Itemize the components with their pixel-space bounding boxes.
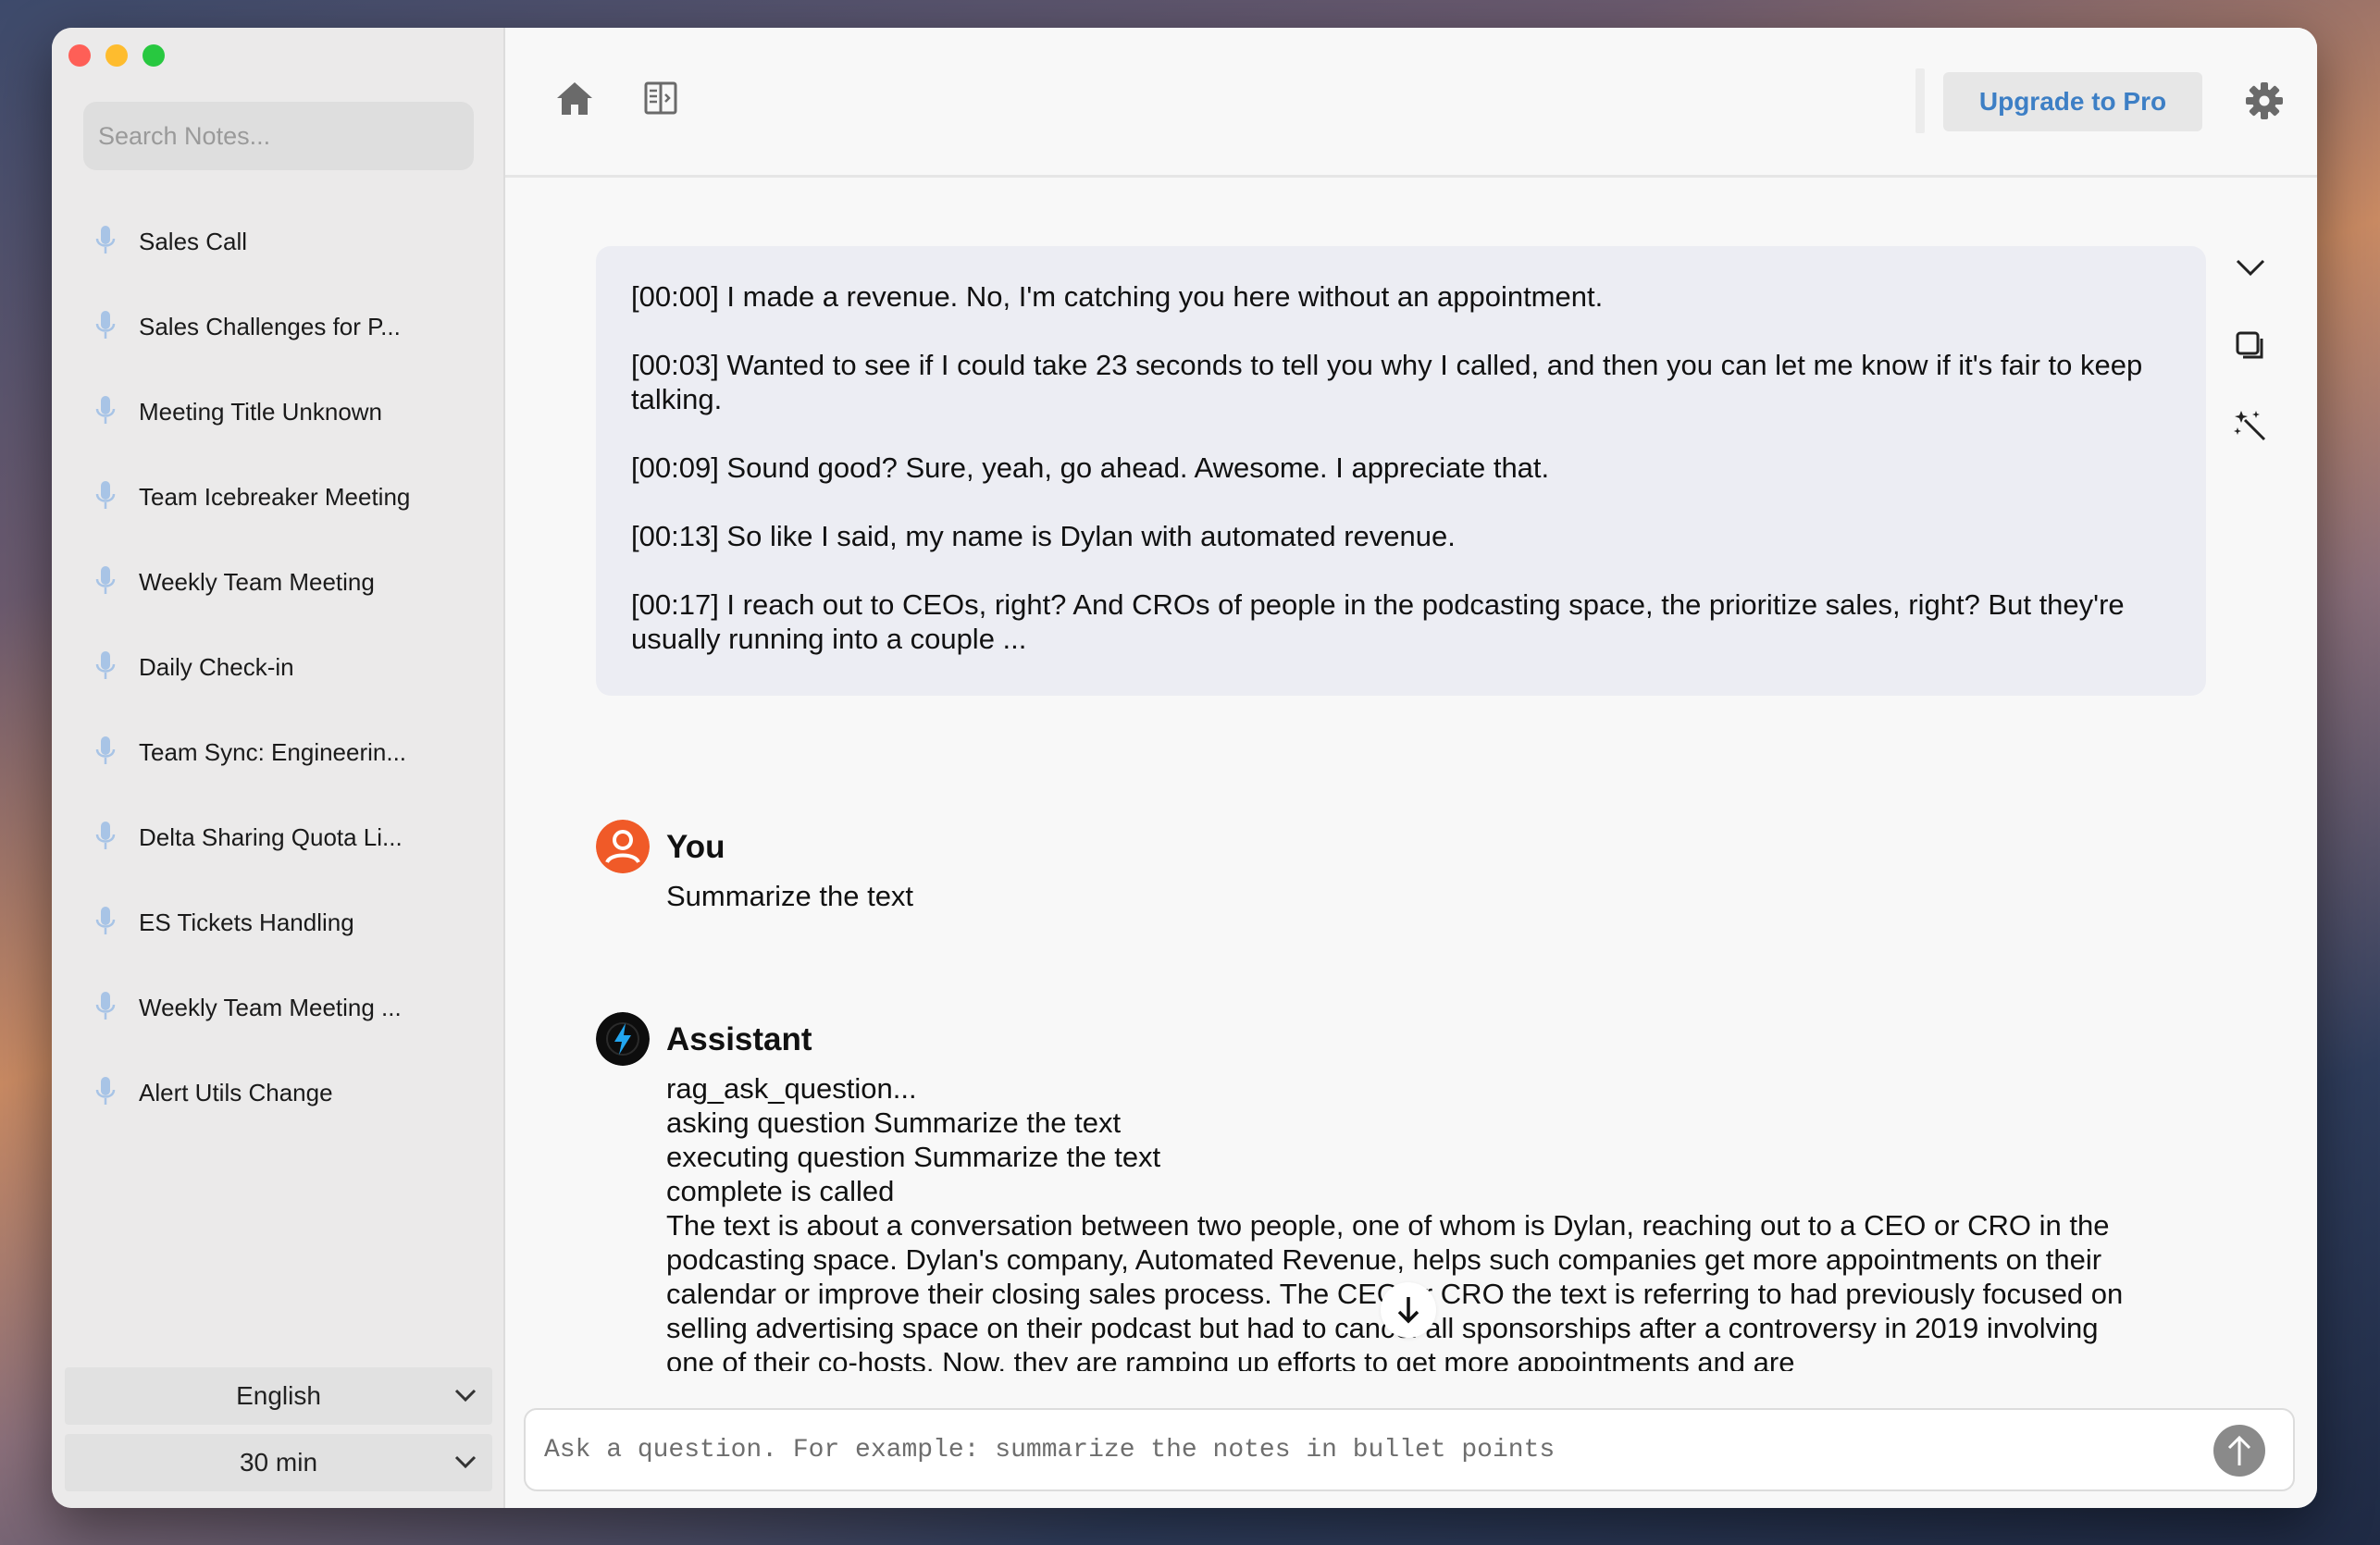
note-label: Daily Check-in bbox=[139, 653, 294, 681]
transcript-line: [00:13] So like I said, my name is Dylan… bbox=[631, 520, 1456, 552]
zoom-window-button[interactable] bbox=[143, 44, 165, 67]
transcript-line: [00:03] Wanted to see if I could take 23… bbox=[631, 349, 2143, 415]
note-label: Team Sync: Engineerin... bbox=[139, 738, 407, 766]
message-line: asking question Summarize the text bbox=[666, 1106, 1122, 1139]
magic-wand-icon[interactable] bbox=[2234, 409, 2267, 442]
transcript-line: [00:00] I made a revenue. No, I'm catchi… bbox=[631, 280, 1604, 313]
minimize-window-button[interactable] bbox=[105, 44, 128, 67]
sidebar: Sales Call Sales Challenges for P... Meeti… bbox=[52, 28, 505, 1508]
mic-icon bbox=[95, 396, 116, 424]
note-label: Delta Sharing Quota Li... bbox=[139, 823, 403, 851]
message-line: executing question Summarize the text bbox=[666, 1141, 1161, 1173]
note-item[interactable]: Weekly Team Meeting ... bbox=[52, 992, 503, 1079]
toolbar: Upgrade to Pro bbox=[505, 28, 2317, 178]
main-panel: Upgrade to Pro [00:00] I made a revenue.… bbox=[505, 28, 2317, 1508]
note-label: Sales Call bbox=[139, 228, 248, 255]
duration-select-value: 30 min bbox=[239, 1448, 318, 1477]
mic-icon bbox=[95, 822, 116, 849]
note-item[interactable]: Meeting Title Unknown bbox=[52, 396, 503, 483]
language-select[interactable]: English bbox=[65, 1367, 492, 1425]
transcript-line: [00:09] Sound good? Sure, yeah, go ahead… bbox=[631, 451, 1550, 484]
note-label: Sales Challenges for P... bbox=[139, 313, 401, 340]
note-item[interactable]: Weekly Team Meeting bbox=[52, 566, 503, 653]
app-window: Sales Call Sales Challenges for P... Meeti… bbox=[52, 28, 2317, 1508]
note-item[interactable]: Daily Check-in bbox=[52, 651, 503, 738]
transcript-line: [00:17] I reach out to CEOs, right? And … bbox=[631, 588, 2125, 655]
chevron-down-icon bbox=[454, 1455, 477, 1469]
message-author: You bbox=[666, 829, 725, 865]
panel-toggle-icon[interactable] bbox=[644, 81, 677, 115]
note-label: Team Icebreaker Meeting bbox=[139, 483, 411, 511]
transcript-panel: [00:00] I made a revenue. No, I'm catchi… bbox=[596, 246, 2206, 696]
note-label: Meeting Title Unknown bbox=[139, 398, 383, 426]
note-item[interactable]: Alert Utils Change bbox=[52, 1077, 503, 1164]
note-label: ES Tickets Handling bbox=[139, 908, 354, 936]
gear-icon[interactable] bbox=[2245, 81, 2284, 120]
mic-icon bbox=[95, 226, 116, 253]
notes-list: Sales Call Sales Challenges for P... Meeti… bbox=[52, 226, 503, 1164]
arrow-down-icon bbox=[1397, 1297, 1419, 1324]
note-label: Weekly Team Meeting bbox=[139, 568, 375, 596]
mic-icon bbox=[95, 566, 116, 594]
note-item[interactable]: ES Tickets Handling bbox=[52, 907, 503, 994]
note-item[interactable]: Team Icebreaker Meeting bbox=[52, 481, 503, 568]
note-label: Weekly Team Meeting ... bbox=[139, 994, 402, 1021]
chevron-down-icon bbox=[454, 1389, 477, 1403]
note-item[interactable]: Team Sync: Engineerin... bbox=[52, 736, 503, 823]
message-line: complete is called bbox=[666, 1175, 895, 1207]
send-arrow-icon bbox=[2227, 1435, 2251, 1465]
transcript-tools bbox=[2234, 250, 2289, 488]
note-item[interactable]: Sales Challenges for P... bbox=[52, 311, 503, 398]
mic-icon bbox=[95, 992, 116, 1020]
message-line: rag_ask_question... bbox=[666, 1072, 917, 1105]
language-select-value: English bbox=[236, 1381, 321, 1410]
message-author: Assistant bbox=[666, 1021, 812, 1057]
mic-icon bbox=[95, 907, 116, 934]
user-avatar-icon bbox=[596, 820, 650, 873]
message-text: Summarize the text bbox=[666, 880, 914, 912]
question-input[interactable] bbox=[544, 1410, 2200, 1489]
close-window-button[interactable] bbox=[68, 44, 91, 67]
note-label: Alert Utils Change bbox=[139, 1079, 333, 1106]
copy-icon[interactable] bbox=[2234, 329, 2267, 363]
toolbar-divider bbox=[1915, 68, 1925, 133]
home-icon[interactable] bbox=[555, 80, 594, 117]
mic-icon bbox=[95, 1077, 116, 1105]
send-button[interactable] bbox=[2213, 1425, 2265, 1477]
mic-icon bbox=[95, 651, 116, 679]
duration-select[interactable]: 30 min bbox=[65, 1434, 492, 1491]
note-item[interactable]: Sales Call bbox=[52, 226, 503, 313]
search-input[interactable] bbox=[83, 102, 474, 170]
mic-icon bbox=[95, 311, 116, 339]
upgrade-to-pro-button[interactable]: Upgrade to Pro bbox=[1943, 72, 2202, 131]
scroll-to-bottom-button[interactable] bbox=[1381, 1282, 1436, 1338]
window-controls bbox=[68, 44, 165, 67]
note-item[interactable]: Delta Sharing Quota Li... bbox=[52, 822, 503, 908]
chevron-down-icon[interactable] bbox=[2234, 250, 2267, 283]
question-composer bbox=[524, 1408, 2295, 1491]
mic-icon bbox=[95, 481, 116, 509]
mic-icon bbox=[95, 736, 116, 764]
assistant-bolt-icon bbox=[596, 1012, 650, 1066]
